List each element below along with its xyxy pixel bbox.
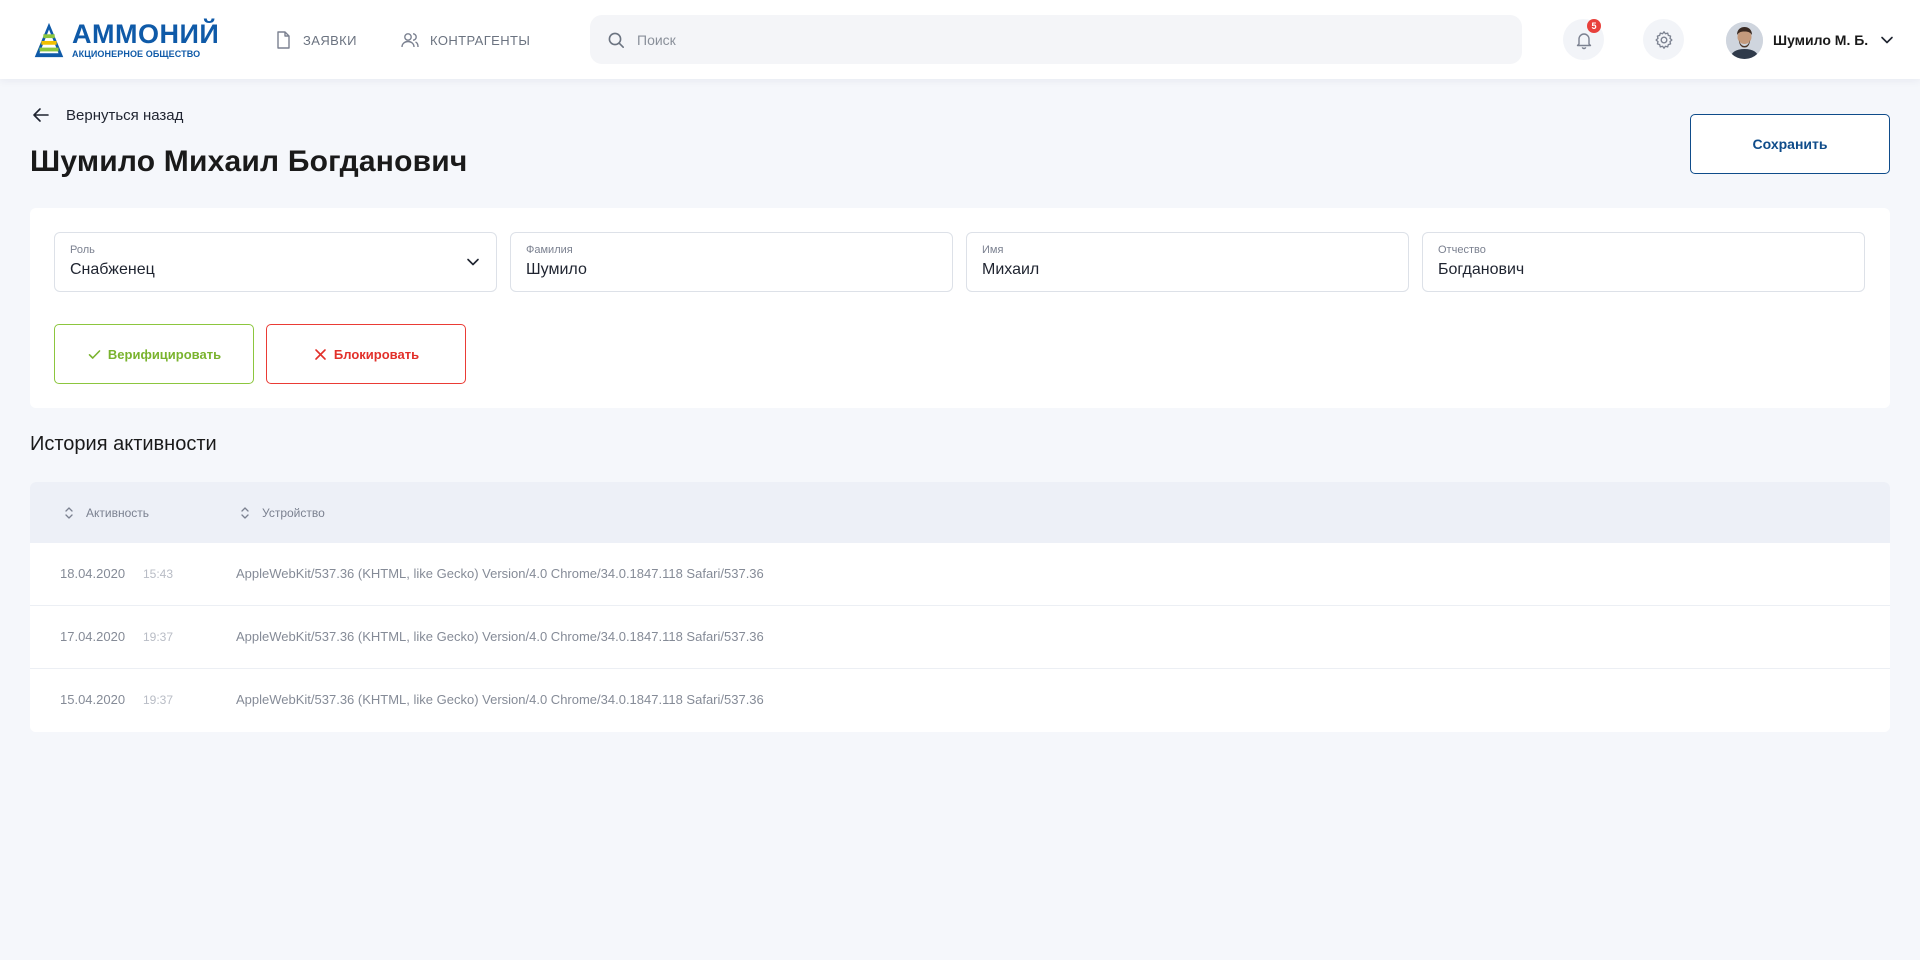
block-button-label: Блокировать bbox=[333, 346, 420, 362]
column-header-device[interactable]: Устройство bbox=[238, 482, 325, 543]
page-title: Шумило Михаил Богданович bbox=[30, 145, 468, 178]
company-logo[interactable]: АММОНИЙ АКЦИОНЕРНОЕ ОБЩЕСТВО bbox=[30, 20, 219, 60]
row-date: 17.04.2020 bbox=[60, 629, 126, 644]
role-label: Роль bbox=[70, 244, 95, 256]
user-name: Шумило М. Б. bbox=[1773, 32, 1869, 48]
name-label: Имя bbox=[982, 244, 1004, 256]
activity-table: Активность Устройство 18.04.2020 15:43 A… bbox=[30, 482, 1890, 732]
search-bar[interactable] bbox=[590, 15, 1522, 64]
table-header: Активность Устройство bbox=[30, 482, 1890, 543]
row-device: AppleWebKit/537.36 (KHTML, like Gecko) V… bbox=[236, 692, 764, 707]
sort-icon bbox=[65, 506, 73, 519]
surname-label: Фамилия bbox=[526, 244, 573, 256]
row-date: 18.04.2020 bbox=[60, 566, 126, 581]
patronymic-field[interactable]: Отчество Богданович bbox=[1422, 232, 1865, 292]
gear-icon bbox=[1654, 30, 1673, 49]
column-header-label: Устройство bbox=[262, 505, 325, 520]
column-header-label: Активность bbox=[86, 505, 150, 520]
users-icon bbox=[401, 33, 419, 48]
back-link[interactable]: Вернуться назад bbox=[30, 104, 183, 126]
nav-item-label: ЗАЯВКИ bbox=[303, 32, 357, 48]
verify-button-label: Верифицировать bbox=[107, 346, 222, 362]
search-icon bbox=[608, 32, 624, 48]
row-device: AppleWebKit/537.36 (KHTML, like Gecko) V… bbox=[236, 566, 764, 581]
verify-button[interactable]: Верифицировать bbox=[54, 324, 254, 384]
nav-item-kontragenty[interactable]: КОНТРАГЕНТЫ bbox=[400, 26, 530, 54]
save-button[interactable]: Сохранить bbox=[1690, 114, 1890, 174]
surname-field[interactable]: Фамилия Шумило bbox=[510, 232, 953, 292]
search-input[interactable] bbox=[637, 31, 1497, 48]
back-link-label: Вернуться назад bbox=[66, 106, 184, 124]
logo-title: АММОНИЙ bbox=[72, 19, 220, 49]
user-form-card: Роль Снабженец Фамилия Шумило Имя Михаил… bbox=[30, 208, 1890, 408]
notifications-button[interactable]: 5 bbox=[1563, 19, 1604, 60]
nav-item-label: КОНТРАГЕНТЫ bbox=[430, 32, 531, 48]
logo-emblem-icon bbox=[34, 22, 64, 58]
role-value: Снабженец bbox=[70, 261, 155, 278]
table-row: 17.04.2020 19:37 AppleWebKit/537.36 (KHT… bbox=[30, 606, 1890, 669]
row-time: 15:43 bbox=[143, 567, 174, 581]
user-photo-icon bbox=[1726, 21, 1763, 59]
name-value: Михаил bbox=[982, 261, 1040, 278]
settings-button[interactable] bbox=[1643, 19, 1684, 60]
name-field[interactable]: Имя Михаил bbox=[966, 232, 1409, 292]
surname-value: Шумило bbox=[526, 261, 587, 278]
role-select[interactable]: Роль Снабженец bbox=[54, 232, 497, 292]
top-header: АММОНИЙ АКЦИОНЕРНОЕ ОБЩЕСТВО ЗАЯВКИ КОНТ… bbox=[0, 0, 1920, 79]
chevron-down-icon bbox=[1881, 36, 1893, 44]
logo-text: АММОНИЙ АКЦИОНЕРНОЕ ОБЩЕСТВО bbox=[72, 21, 219, 59]
notification-badge: 5 bbox=[1587, 19, 1601, 33]
avatar bbox=[1726, 21, 1763, 59]
row-device: AppleWebKit/537.36 (KHTML, like Gecko) V… bbox=[236, 629, 764, 644]
logo-subtitle: АКЦИОНЕРНОЕ ОБЩЕСТВО bbox=[72, 49, 201, 59]
history-title: История активности bbox=[30, 433, 217, 455]
patronymic-label: Отчество bbox=[1438, 244, 1486, 256]
check-icon bbox=[88, 349, 101, 359]
row-time: 19:37 bbox=[143, 693, 174, 707]
patronymic-value: Богданович bbox=[1438, 261, 1525, 278]
user-menu[interactable]: Шумило М. Б. bbox=[1726, 21, 1894, 59]
arrow-left-icon bbox=[33, 108, 49, 122]
chevron-down-icon bbox=[467, 258, 479, 266]
column-header-activity[interactable]: Активность bbox=[62, 482, 149, 543]
nav-item-zayavki[interactable]: ЗАЯВКИ bbox=[273, 26, 357, 54]
block-button[interactable]: Блокировать bbox=[266, 324, 466, 384]
row-date: 15.04.2020 bbox=[60, 692, 126, 707]
sort-icon bbox=[241, 506, 249, 519]
document-icon bbox=[277, 31, 290, 49]
close-icon bbox=[315, 348, 326, 360]
table-row: 15.04.2020 19:37 AppleWebKit/537.36 (KHT… bbox=[30, 669, 1890, 732]
row-time: 19:37 bbox=[143, 630, 174, 644]
table-row: 18.04.2020 15:43 AppleWebKit/537.36 (KHT… bbox=[30, 543, 1890, 606]
